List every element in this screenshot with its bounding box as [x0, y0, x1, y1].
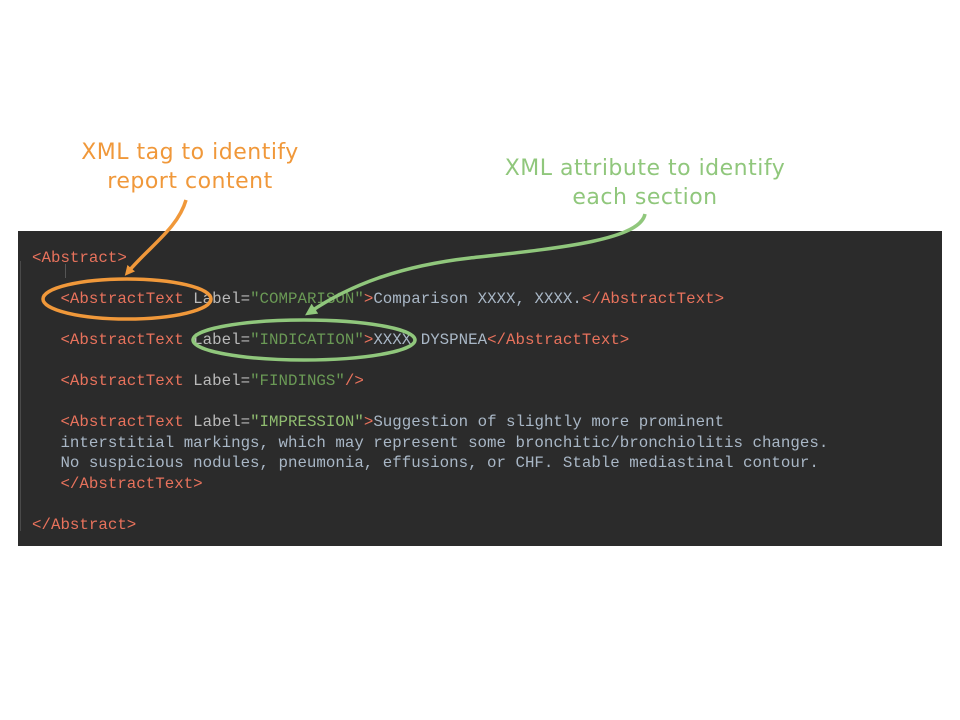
comparison-label-value: "COMPARISON" — [250, 290, 364, 308]
tag-callout-label: XML tag to identify report content — [40, 138, 340, 196]
indication-tag-close: </AbstractText> — [487, 331, 630, 349]
attribute-callout-label: XML attribute to identify each section — [470, 154, 820, 212]
impression-tag-close: </AbstractText> — [60, 474, 203, 493]
comparison-label-attr: Label= — [183, 290, 251, 308]
indication-label-value: "INDICATION" — [250, 331, 364, 349]
comparison-text: Comparison XXXX, XXXX. — [373, 290, 582, 308]
findings-tag-open: <AbstractText — [60, 372, 184, 390]
gutter-divider — [20, 261, 21, 531]
impression-text-3: No suspicious nodules, pneumonia, effusi… — [60, 454, 819, 472]
attribute-callout-line-2: each section — [572, 185, 718, 210]
impression-label-attr: Label= — [183, 413, 251, 431]
tag-callout-line-1: XML tag to identify — [81, 140, 299, 165]
abstract-open-tag: <Abstract> — [32, 249, 127, 267]
impression-text-2: interstitial markings, which may represe… — [60, 433, 829, 452]
indication-tag-open: <AbstractText — [60, 331, 184, 349]
xml-code-block: <Abstract> <AbstractText Label="COMPARIS… — [32, 249, 829, 534]
tag-callout-line-2: report content — [107, 169, 273, 194]
comparison-tag-open: <AbstractText — [60, 290, 184, 308]
attribute-callout-line-1: XML attribute to identify — [504, 156, 786, 181]
impression-tag-open: <AbstractText — [60, 413, 184, 431]
findings-label-value: "FINDINGS" — [250, 372, 345, 390]
impression-label-value: "IMPRESSION" — [250, 413, 364, 431]
impression-text-1: Suggestion of slightly more prominent — [373, 413, 725, 431]
indication-label-attr: Label= — [183, 331, 251, 349]
xml-code-panel: <Abstract> <AbstractText Label="COMPARIS… — [18, 231, 942, 546]
findings-self-close: /> — [344, 372, 364, 390]
findings-label-attr: Label= — [183, 372, 251, 390]
comparison-tag-close: </AbstractText> — [581, 290, 725, 308]
abstract-close-tag: </Abstract> — [32, 515, 137, 534]
indication-text: XXXX DYSPNEA — [373, 331, 488, 349]
